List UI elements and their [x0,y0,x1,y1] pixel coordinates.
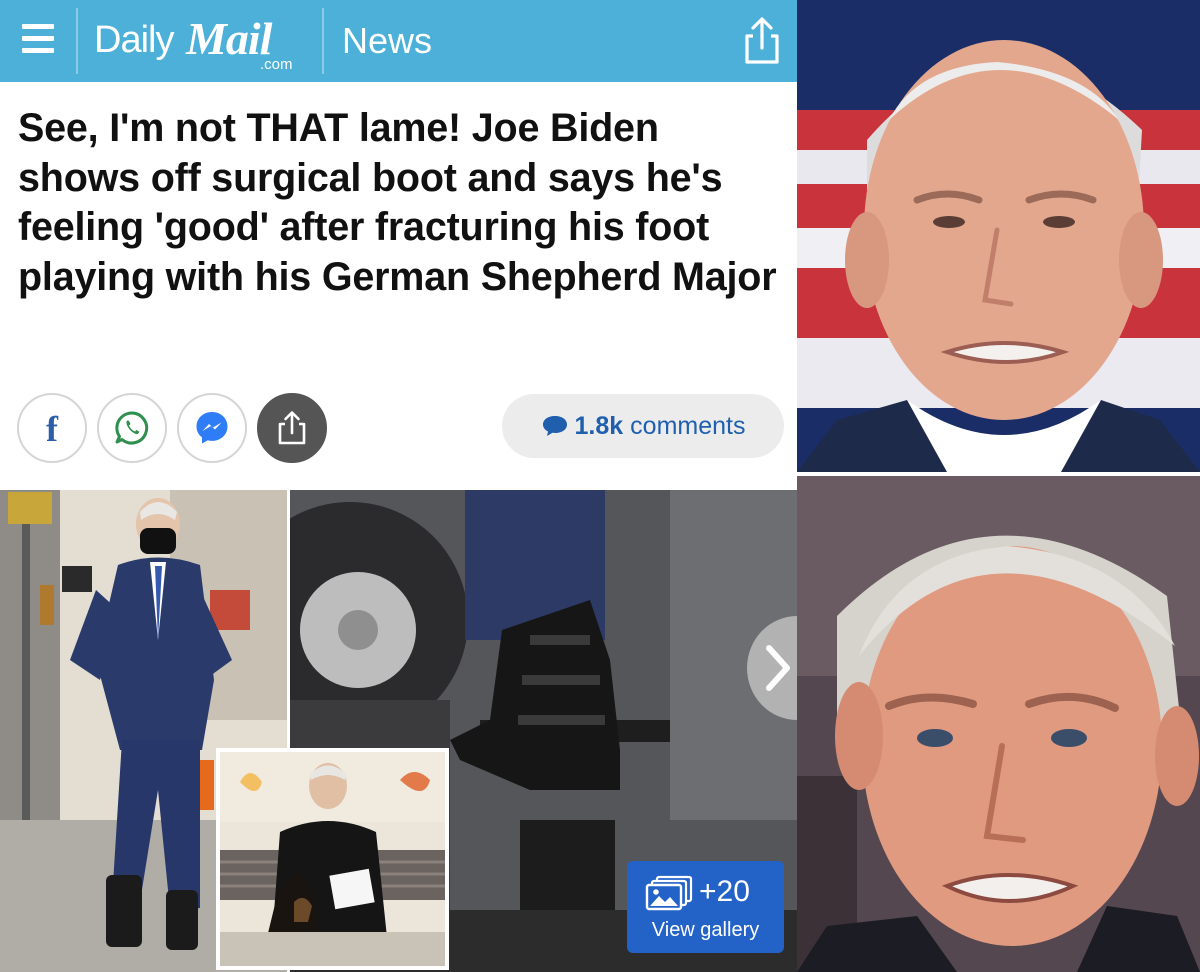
header-divider [322,8,324,74]
chevron-right-icon [766,645,790,691]
logo-com-text: .com [260,56,293,73]
article-photo-inset-dog[interactable] [216,748,449,970]
messenger-share-button[interactable] [177,393,247,463]
logo-mail-text: Mail [186,13,272,64]
messenger-icon [196,412,228,444]
gallery-count: +20 [699,875,750,908]
portrait-photo-bottom [797,476,1200,972]
portrait-bottom-illustration [797,476,1200,972]
site-header: Daily Mail .com News [0,0,797,82]
header-divider [76,8,78,74]
dog-photo-illustration [220,752,445,966]
section-title[interactable]: News [342,20,432,62]
comments-label: comments [630,411,746,440]
portrait-photo-top [797,0,1200,472]
speech-bubble-icon [542,416,567,436]
facebook-share-button[interactable]: f [17,393,87,463]
share-bar: f 1.8k comments [17,393,797,463]
article-headline: See, I'm not THAT lame! Joe Biden shows … [18,106,777,299]
portrait-top-illustration [797,0,1200,472]
article-panel: Daily Mail .com News See, I'm not THAT l… [0,0,797,972]
view-gallery-button[interactable]: +20 View gallery [627,861,784,953]
share-icon[interactable] [740,16,784,66]
whatsapp-icon [115,411,149,445]
gallery-stack-icon [645,875,693,911]
comments-count: 1.8k [574,411,624,440]
native-share-button[interactable] [257,393,327,463]
hamburger-menu-icon[interactable] [14,18,62,62]
gallery-next-button[interactable] [747,616,797,720]
whatsapp-share-button[interactable] [97,393,167,463]
site-logo[interactable]: Daily Mail .com [94,13,309,74]
gallery-label: View gallery [651,919,760,941]
facebook-icon: f [46,409,58,449]
logo-daily-text: Daily [94,19,174,61]
comments-button[interactable]: 1.8k comments [502,394,784,458]
share-icon [278,411,306,445]
